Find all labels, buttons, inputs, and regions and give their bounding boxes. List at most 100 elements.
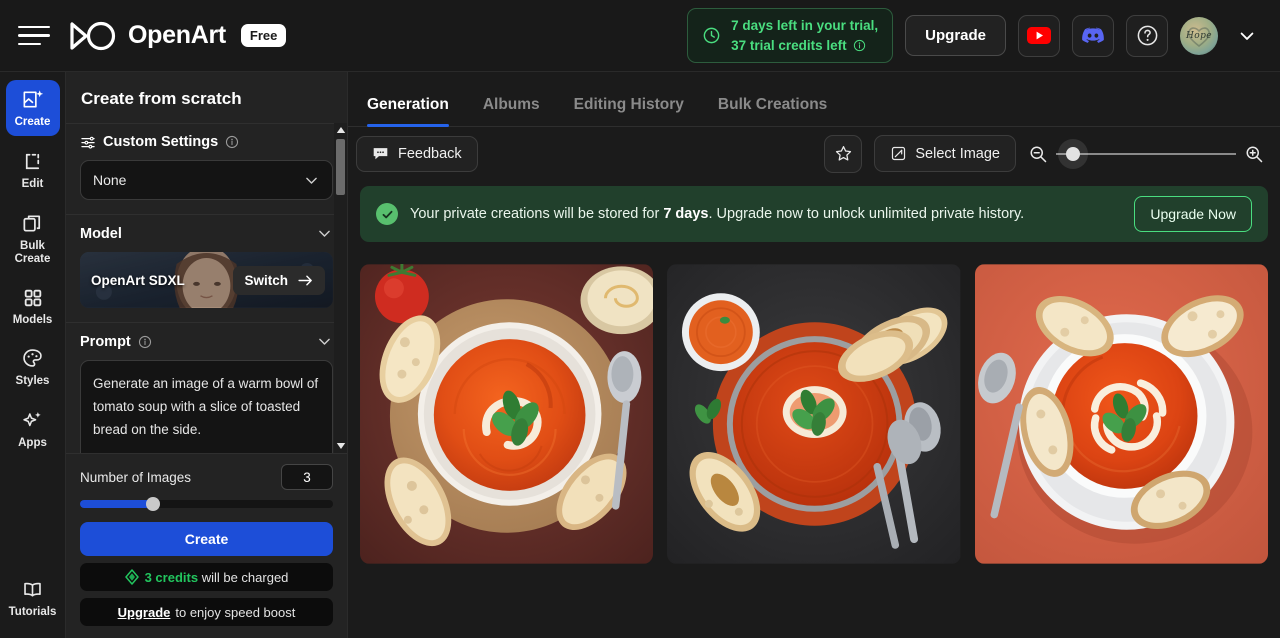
info-icon[interactable] — [853, 39, 866, 52]
switch-model-button[interactable]: Switch — [233, 265, 325, 295]
clock-icon — [703, 27, 720, 44]
discord-icon — [1082, 27, 1104, 43]
create-button[interactable]: Create — [80, 522, 333, 556]
sidebar-item-styles[interactable]: Styles — [6, 339, 60, 395]
number-of-images-row: Number of Images 3 — [80, 464, 333, 490]
custom-settings-header[interactable]: Custom Settings — [80, 134, 333, 150]
model-section: Model OpenArt SDXL Switch — [66, 214, 347, 322]
sidebar-label-create: Create — [14, 116, 51, 128]
scroll-up-arrow[interactable] — [334, 123, 347, 137]
check-icon — [382, 210, 392, 218]
sidebar-label-edit: Edit — [21, 177, 44, 190]
sidebar-item-apps[interactable]: Apps — [6, 401, 60, 457]
chat-bubble-icon — [373, 148, 388, 160]
create-image-icon — [23, 90, 44, 108]
select-image-label: Select Image — [915, 145, 1000, 162]
palette-icon — [23, 349, 42, 368]
youtube-icon — [1027, 27, 1051, 44]
sidebar-item-tutorials[interactable]: Tutorials — [6, 570, 60, 626]
topbar-right: 7 days left in your trial, 37 trial cred… — [687, 8, 1280, 63]
plan-badge: Free — [240, 24, 287, 47]
scroll-down-arrow[interactable] — [334, 439, 347, 453]
private-storage-notice: Your private creations will be stored fo… — [360, 186, 1268, 242]
slider-fill — [80, 500, 154, 508]
sidebar-label-styles: Styles — [15, 375, 50, 388]
number-of-images-slider[interactable] — [80, 497, 333, 511]
feedback-label: Feedback — [398, 145, 462, 162]
youtube-button[interactable] — [1018, 14, 1060, 57]
upgrade-now-button[interactable]: Upgrade Now — [1134, 196, 1252, 232]
chevron-down-icon — [1240, 32, 1254, 40]
sidebar-item-models[interactable]: Models — [6, 279, 60, 334]
favorite-button[interactable] — [824, 134, 863, 173]
tab-albums[interactable]: Albums — [483, 96, 540, 126]
upgrade-button[interactable]: Upgrade — [905, 15, 1006, 56]
arrow-right-icon — [298, 275, 312, 285]
hamburger-icon[interactable] — [18, 19, 52, 53]
trial-credits-line: 37 trial credits left — [731, 36, 878, 55]
caret-up-icon — [336, 127, 345, 133]
speed-boost-notice[interactable]: Upgrade to enjoy speed boost — [80, 598, 333, 626]
notice-text-bold: 7 days — [663, 206, 709, 222]
discord-button[interactable] — [1072, 14, 1114, 57]
book-open-icon — [24, 582, 41, 597]
scrollbar-thumb[interactable] — [336, 139, 345, 195]
brand[interactable]: OpenArt Free — [69, 21, 287, 51]
tab-bulk-creations[interactable]: Bulk Creations — [718, 96, 827, 126]
chevron-down-icon — [306, 177, 317, 184]
edit-crop-icon — [25, 153, 40, 169]
trial-status-pill[interactable]: 7 days left in your trial, 37 trial cred… — [687, 8, 894, 63]
create-panel: Create from scratch Custom Settings None… — [66, 72, 348, 638]
generated-image-1[interactable] — [360, 264, 654, 564]
openart-logo-icon — [70, 21, 116, 50]
boost-suffix: to enjoy speed boost — [175, 604, 296, 620]
zoom-control — [1028, 138, 1264, 169]
account-menu-button[interactable] — [1230, 19, 1264, 53]
zoom-knob[interactable] — [1066, 146, 1080, 161]
model-header[interactable]: Model — [80, 225, 333, 242]
panel-footer: Number of Images 3 Create 3 credits will… — [66, 453, 347, 638]
number-of-images-input[interactable]: 3 — [281, 464, 333, 490]
select-image-button[interactable]: Select Image — [874, 135, 1016, 172]
star-icon — [835, 145, 851, 161]
main-toolbar: Feedback Select Image — [348, 127, 1280, 180]
avatar[interactable]: Hope — [1180, 16, 1218, 55]
credits-notice: 3 credits will be charged — [80, 563, 333, 591]
help-button[interactable] — [1126, 14, 1168, 57]
generated-image-2[interactable] — [667, 264, 961, 564]
generated-image-3[interactable] — [974, 264, 1268, 564]
panel-scrollbar[interactable] — [334, 123, 347, 453]
check-circle-icon — [376, 203, 398, 225]
tab-generation[interactable]: Generation — [367, 96, 449, 127]
top-bar: OpenArt Free 7 days left in your trial, … — [0, 0, 1280, 72]
zoom-slider[interactable] — [1056, 138, 1236, 169]
main-content: Generation Albums Editing History Bulk C… — [348, 72, 1280, 638]
sidebar-item-bulk-create[interactable]: Bulk Create — [6, 204, 60, 273]
zoom-out-icon[interactable] — [1028, 144, 1048, 164]
prompt-header[interactable]: Prompt — [80, 333, 333, 350]
trial-days-line: 7 days left in your trial, — [731, 18, 879, 34]
tab-editing-history[interactable]: Editing History — [574, 96, 684, 126]
feedback-button[interactable]: Feedback — [356, 135, 478, 172]
prompt-label: Prompt — [80, 333, 131, 350]
model-label: Model — [80, 225, 122, 242]
sparkles-icon — [23, 412, 41, 427]
info-icon[interactable] — [225, 135, 239, 149]
notice-text: Your private creations will be stored fo… — [410, 206, 1024, 222]
custom-settings-label: Custom Settings — [103, 134, 219, 150]
slider-knob[interactable] — [145, 497, 160, 511]
prompt-value: Generate an image of a warm bowl of toma… — [93, 376, 319, 438]
prompt-section: Prompt Generate an image of a warm bowl … — [66, 322, 347, 453]
zoom-in-icon[interactable] — [1244, 144, 1264, 164]
sidebar-item-create[interactable]: Create — [5, 80, 60, 136]
prompt-input[interactable]: Generate an image of a warm bowl of toma… — [80, 360, 333, 453]
sidebar-item-edit[interactable]: Edit — [6, 142, 60, 198]
chevron-down-icon[interactable] — [316, 225, 333, 242]
custom-settings-select[interactable]: None — [80, 160, 333, 200]
model-card[interactable]: OpenArt SDXL Switch — [80, 252, 333, 308]
boost-upgrade-link[interactable]: Upgrade — [118, 605, 171, 620]
chevron-down-icon[interactable] — [316, 333, 333, 350]
switch-model-label: Switch — [244, 272, 288, 288]
info-icon[interactable] — [138, 335, 152, 349]
sliders-icon — [81, 136, 95, 149]
